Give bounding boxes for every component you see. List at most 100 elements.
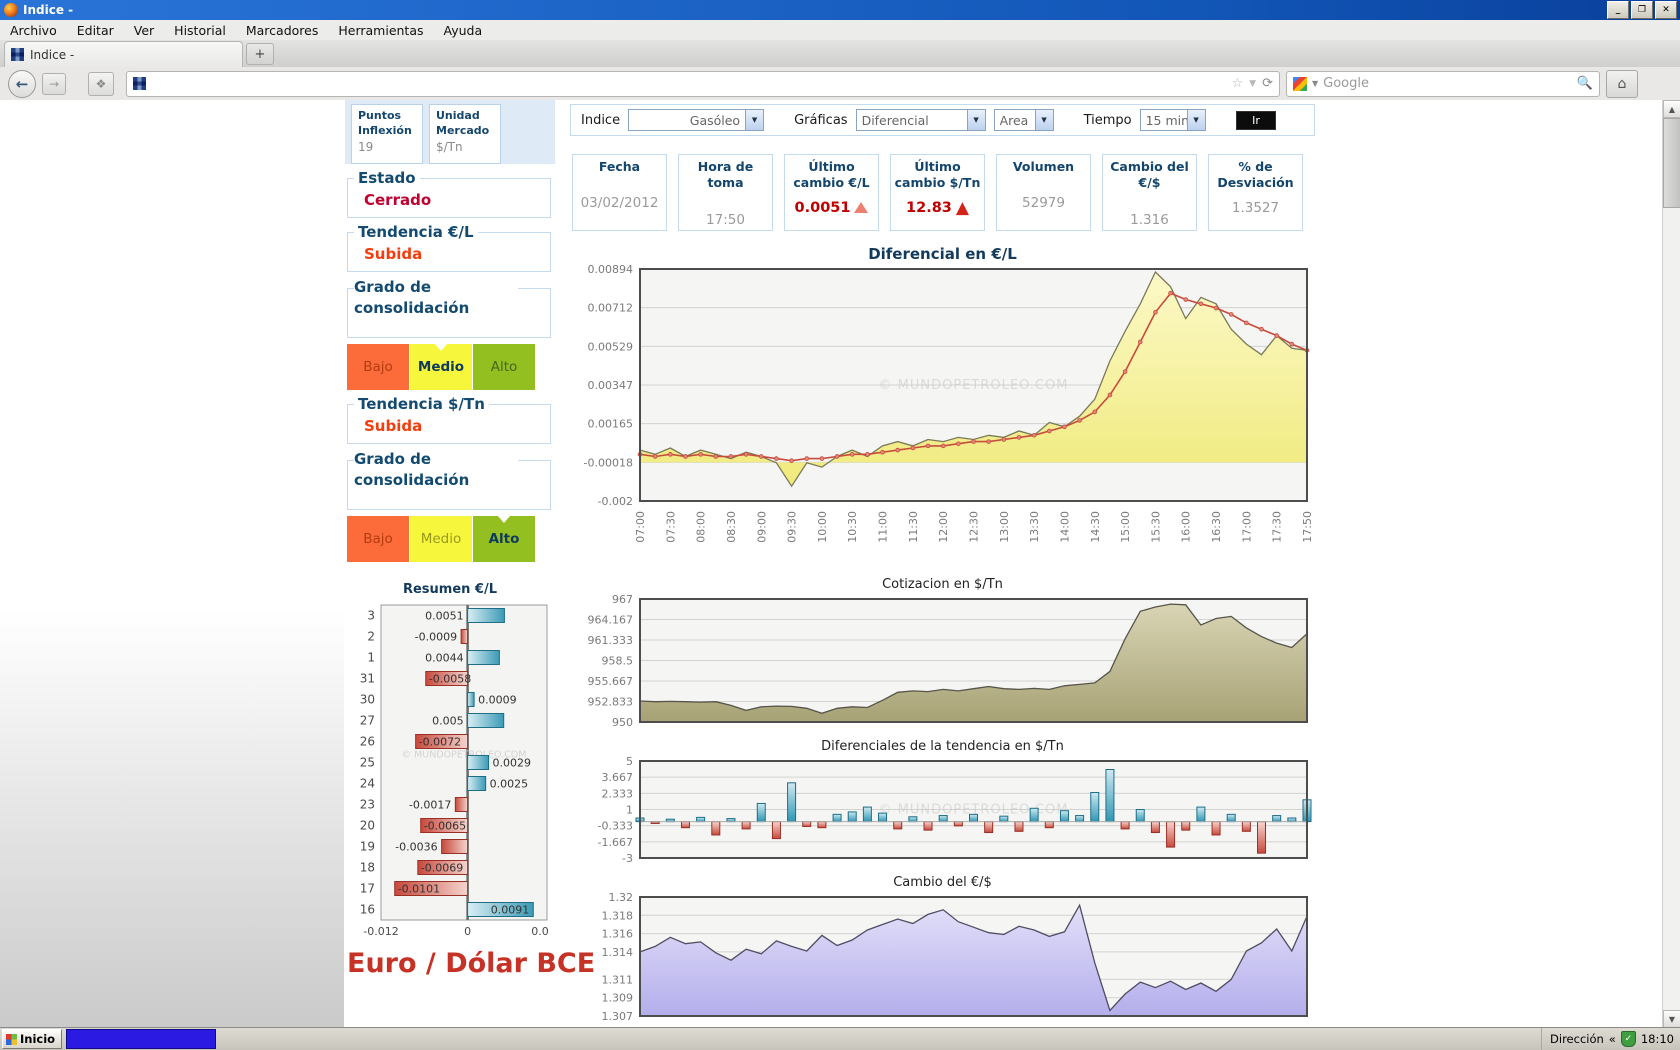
stat-desviacion: % de Desviación 1.3527 [1208, 154, 1303, 231]
svg-text:0.005: 0.005 [432, 715, 464, 728]
svg-text:24: 24 [360, 777, 375, 791]
svg-text:-0.00018: -0.00018 [584, 456, 633, 469]
euro-dolar-bce-link[interactable]: Euro / Dólar BCE [347, 948, 555, 979]
search-bar[interactable]: ▼ Google 🔍 [1286, 71, 1600, 97]
grado-1-alto-button[interactable]: Alto [473, 344, 536, 390]
svg-text:© MUNDOPETROLEO.COM: © MUNDOPETROLEO.COM [879, 378, 1069, 393]
estilo-select[interactable]: Area ▼ [994, 109, 1054, 131]
restore-button[interactable]: ❐ [1631, 1, 1653, 19]
tendencia-usd-value: Subida [364, 417, 542, 435]
taskbar-window-button[interactable] [66, 1029, 216, 1049]
address-bar[interactable]: ☆ ▼ ⟳ [126, 71, 1280, 97]
grado-2-medio-button[interactable]: Medio [410, 516, 473, 562]
reload-icon[interactable]: ⟳ [1262, 76, 1273, 91]
direccion-label[interactable]: Dirección [1550, 1032, 1604, 1046]
forward-button[interactable]: → [42, 73, 66, 95]
ir-button[interactable]: Ir [1236, 111, 1276, 130]
svg-text:952.833: 952.833 [588, 695, 634, 708]
svg-text:-1.667: -1.667 [598, 835, 633, 848]
taskbar: Inicio Dirección « ✓ 18:10 [0, 1027, 1680, 1050]
search-engine-arrow[interactable]: ▼ [1312, 79, 1318, 88]
tiempo-label: Tiempo [1084, 113, 1132, 128]
indice-select[interactable]: Gasóleo ▼ [628, 109, 764, 131]
vertical-scrollbar[interactable]: ▲ ▼ [1662, 100, 1680, 1028]
grado-2-alto-button[interactable]: Alto [473, 516, 536, 562]
new-tab-button[interactable]: + [246, 43, 274, 65]
svg-text:-0.333: -0.333 [598, 819, 633, 832]
page-tools-button[interactable]: ❖ [88, 72, 114, 96]
graficas-select-arrow[interactable]: ▼ [967, 110, 985, 130]
svg-text:958.5: 958.5 [602, 654, 634, 667]
estilo-select-arrow[interactable]: ▼ [1035, 110, 1053, 130]
svg-text:1.32: 1.32 [609, 892, 634, 904]
cambio-chart: 1.321.3181.3161.3141.3111.3091.307 [570, 892, 1315, 1020]
page-viewport: Puntos Inflexión 19 Unidad Mercado $/Tn … [0, 100, 1680, 1028]
menu-archivo[interactable]: Archivo [0, 20, 67, 40]
menu-ayuda[interactable]: Ayuda [434, 20, 493, 40]
grado-consolidacion-1: Grado de consolidación Bajo Medio Alto [347, 288, 551, 390]
resumen-chart-title: Resumen €/L [345, 582, 555, 597]
menu-historial[interactable]: Historial [164, 20, 236, 40]
svg-text:3.667: 3.667 [602, 771, 634, 784]
google-logo-icon [1293, 77, 1307, 91]
grado-1-medio-button[interactable]: Medio [410, 344, 473, 390]
back-button[interactable]: ← [8, 70, 36, 98]
page-left-margin [0, 100, 344, 1028]
svg-text:-0.0069: -0.0069 [421, 862, 463, 875]
svg-text:950: 950 [612, 716, 633, 727]
svg-text:1: 1 [367, 651, 375, 665]
stats-row: Fecha 03/02/2012 Hora de toma 17:50 Últi… [570, 154, 1315, 231]
grado-2-bajo-button[interactable]: Bajo [347, 516, 410, 562]
tab-indice[interactable]: Indice - [4, 41, 243, 67]
svg-text:1: 1 [626, 803, 633, 816]
dropdown-arrow-icon[interactable]: ▼ [1249, 79, 1256, 89]
tiempo-select-arrow[interactable]: ▼ [1187, 110, 1205, 130]
minimize-button[interactable]: _ [1607, 1, 1629, 19]
svg-text:967: 967 [612, 594, 633, 606]
svg-text:08:00: 08:00 [695, 511, 708, 543]
svg-text:09:00: 09:00 [755, 511, 768, 543]
svg-text:17:00: 17:00 [1240, 511, 1253, 543]
scrollbar-thumb[interactable] [1663, 118, 1680, 208]
svg-text:17:30: 17:30 [1271, 511, 1284, 543]
svg-text:0.00165: 0.00165 [588, 417, 634, 430]
svg-text:1.316: 1.316 [602, 927, 634, 940]
security-shield-icon[interactable]: ✓ [1621, 1031, 1636, 1047]
grado-1-bajo-button[interactable]: Bajo [347, 344, 410, 390]
puntos-inflexion-label: Puntos Inflexión [358, 109, 418, 139]
tiempo-select[interactable]: 15 min. ▼ [1140, 109, 1206, 131]
menu-editar[interactable]: Editar [67, 20, 124, 40]
svg-text:23: 23 [360, 798, 375, 812]
menu-herramientas[interactable]: Herramientas [328, 20, 433, 40]
browser-window: Indice - _ ❐ ✕ Archivo Editar Ver Histor… [0, 0, 1680, 1050]
menu-bar: Archivo Editar Ver Historial Marcadores … [0, 20, 1680, 41]
svg-text:07:30: 07:30 [664, 511, 677, 543]
scroll-down-button[interactable]: ▼ [1663, 1010, 1680, 1028]
svg-text:11:00: 11:00 [877, 511, 890, 543]
estado-value: Cerrado [364, 191, 542, 209]
graficas-select[interactable]: Diferencial ▼ [856, 109, 986, 131]
scroll-up-button[interactable]: ▲ [1663, 100, 1680, 118]
svg-text:16:30: 16:30 [1210, 511, 1223, 543]
menu-ver[interactable]: Ver [124, 20, 164, 40]
menu-marcadores[interactable]: Marcadores [236, 20, 329, 40]
start-button[interactable]: Inicio [2, 1029, 62, 1049]
bookmark-star-icon[interactable]: ☆ [1232, 76, 1244, 91]
svg-text:16: 16 [360, 903, 375, 917]
tendencia-eur-label: Tendencia €/L [354, 223, 478, 241]
svg-text:12:30: 12:30 [968, 511, 981, 543]
search-magnifier-icon[interactable]: 🔍 [1577, 76, 1593, 91]
search-input[interactable]: Google [1323, 76, 1369, 91]
home-button[interactable]: ⌂ [1606, 70, 1638, 98]
indice-select-arrow[interactable]: ▼ [745, 110, 763, 130]
svg-text:30: 30 [360, 693, 375, 707]
svg-text:31: 31 [360, 672, 375, 686]
tray-chevron[interactable]: « [1609, 1032, 1616, 1046]
tendencia-usd-panel: Tendencia $/Tn Subida [347, 404, 551, 444]
close-button[interactable]: ✕ [1655, 1, 1677, 19]
svg-text:0.0044: 0.0044 [425, 652, 464, 665]
estado-label: Estado [354, 169, 420, 187]
svg-text:0.0091: 0.0091 [491, 904, 530, 917]
svg-text:10:30: 10:30 [846, 511, 859, 543]
grado-1-label: Grado de consolidación [354, 277, 518, 321]
